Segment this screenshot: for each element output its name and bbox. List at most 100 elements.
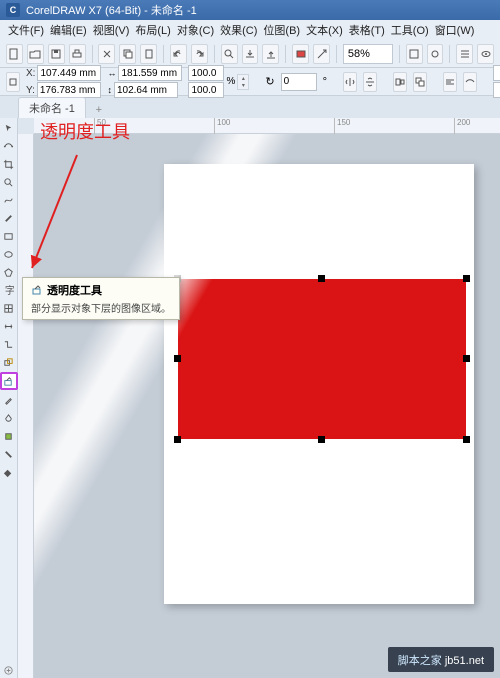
handle-middle-right[interactable] xyxy=(463,355,470,362)
menu-object[interactable]: 对象(C) xyxy=(177,22,214,38)
export-button[interactable] xyxy=(262,44,279,64)
outline-tool[interactable] xyxy=(1,446,17,462)
window-title: CorelDRAW X7 (64-Bit) - 未命名 -1 xyxy=(26,2,197,18)
pick-tool[interactable] xyxy=(1,120,17,136)
transparency-tool[interactable] xyxy=(0,372,18,390)
transparency-tool-icon xyxy=(31,284,43,296)
document-tabbar: 未命名 -1 + xyxy=(0,96,500,118)
eye-button[interactable] xyxy=(477,44,494,64)
watermark: 脚本之家 jb51.net xyxy=(388,647,494,672)
dimension-tool[interactable] xyxy=(1,318,17,334)
titlebar: C CorelDRAW X7 (64-Bit) - 未命名 -1 xyxy=(0,0,500,20)
snap-button[interactable] xyxy=(406,44,423,64)
launch-button[interactable] xyxy=(313,44,330,64)
watermark-cn: 脚本之家 xyxy=(398,655,442,667)
expand-toolbox-button[interactable] xyxy=(1,662,17,678)
scale-lock-icon[interactable]: ▴▾ xyxy=(237,74,249,90)
canvas-area[interactable] xyxy=(34,134,500,678)
import-button[interactable] xyxy=(242,44,259,64)
text-tool[interactable]: 字 xyxy=(1,282,17,298)
mirror-v-button[interactable] xyxy=(363,72,377,92)
handle-top-right[interactable] xyxy=(463,275,470,282)
handle-middle-left[interactable] xyxy=(174,355,181,362)
mirror-h-button[interactable] xyxy=(343,72,357,92)
zoom-select[interactable] xyxy=(343,44,393,64)
tooltip: 透明度工具 部分显示对象下层的图像区域。 xyxy=(22,277,180,320)
interactive-fill-tool[interactable] xyxy=(1,410,17,426)
rotate-input[interactable] xyxy=(281,73,317,91)
wrap2-button[interactable] xyxy=(463,72,477,92)
publish-button[interactable] xyxy=(292,44,309,64)
outline-width-1[interactable] xyxy=(493,65,500,81)
fill-tool[interactable] xyxy=(1,464,17,480)
tooltip-title: 透明度工具 xyxy=(47,282,102,298)
width-input[interactable] xyxy=(118,65,182,81)
scale-x-input[interactable] xyxy=(188,65,224,81)
menu-layout[interactable]: 布局(L) xyxy=(135,22,170,38)
outline-width-2[interactable] xyxy=(493,82,500,98)
wrap-button[interactable] xyxy=(443,72,457,92)
handle-top-middle[interactable] xyxy=(318,275,325,282)
tab-document-1[interactable]: 未命名 -1 xyxy=(18,97,86,118)
height-icon: ↕ xyxy=(107,85,112,95)
menu-text[interactable]: 文本(X) xyxy=(306,22,343,38)
scale-y-input[interactable] xyxy=(188,82,224,98)
smart-fill-tool[interactable] xyxy=(1,428,17,444)
ruler-tick: 100 xyxy=(214,118,230,134)
freehand-tool[interactable] xyxy=(1,192,17,208)
width-icon: ↔ xyxy=(107,68,116,78)
selected-rectangle[interactable] xyxy=(178,279,466,439)
crop-tool[interactable] xyxy=(1,156,17,172)
menu-edit[interactable]: 编辑(E) xyxy=(50,22,87,38)
print-button[interactable] xyxy=(69,44,86,64)
polygon-tool[interactable] xyxy=(1,264,17,280)
menubar: 文件(F) 编辑(E) 视图(V) 布局(L) 对象(C) 效果(C) 位图(B… xyxy=(0,20,500,40)
ruler-vertical xyxy=(18,134,34,678)
effects-tool[interactable] xyxy=(1,354,17,370)
handle-bottom-left[interactable] xyxy=(174,436,181,443)
options-button[interactable] xyxy=(456,44,473,64)
menu-bitmaps[interactable]: 位图(B) xyxy=(263,22,300,38)
degree-label: ° xyxy=(323,76,327,88)
menu-tools[interactable]: 工具(O) xyxy=(391,22,429,38)
x-label: X: xyxy=(26,68,35,79)
connector-tool[interactable] xyxy=(1,336,17,352)
eyedropper-tool[interactable] xyxy=(1,392,17,408)
y-input[interactable] xyxy=(37,82,101,98)
position-icon xyxy=(6,72,20,92)
rotate-icon: ↻ xyxy=(265,75,274,88)
handle-bottom-right[interactable] xyxy=(463,436,470,443)
rectangle-tool[interactable] xyxy=(1,228,17,244)
save-button[interactable] xyxy=(48,44,65,64)
cut-button[interactable] xyxy=(98,44,115,64)
snap2-button[interactable] xyxy=(427,44,444,64)
shape-tool[interactable] xyxy=(1,138,17,154)
menu-window[interactable]: 窗口(W) xyxy=(435,22,475,38)
align-button[interactable] xyxy=(393,72,407,92)
ruler-tick: 200 xyxy=(454,118,470,134)
table-tool[interactable] xyxy=(1,300,17,316)
svg-text:字: 字 xyxy=(5,285,14,296)
order-button[interactable] xyxy=(413,72,427,92)
search-button[interactable] xyxy=(221,44,238,64)
tab-add-button[interactable]: + xyxy=(90,102,108,118)
paste-button[interactable] xyxy=(140,44,157,64)
x-input[interactable] xyxy=(37,65,101,81)
copy-button[interactable] xyxy=(119,44,136,64)
watermark-en: jb51.net xyxy=(442,655,484,667)
undo-button[interactable] xyxy=(170,44,187,64)
menu-effects[interactable]: 效果(C) xyxy=(220,22,257,38)
menu-table[interactable]: 表格(T) xyxy=(349,22,385,38)
ruler-tick: 150 xyxy=(334,118,350,134)
menu-file[interactable]: 文件(F) xyxy=(8,22,44,38)
new-button[interactable] xyxy=(6,44,23,64)
handle-bottom-middle[interactable] xyxy=(318,436,325,443)
artistic-media-tool[interactable] xyxy=(1,210,17,226)
app-icon: C xyxy=(6,3,20,17)
zoom-tool[interactable] xyxy=(1,174,17,190)
open-button[interactable] xyxy=(27,44,44,64)
ellipse-tool[interactable] xyxy=(1,246,17,262)
redo-button[interactable] xyxy=(191,44,208,64)
menu-view[interactable]: 视图(V) xyxy=(93,22,130,38)
height-input[interactable] xyxy=(114,82,178,98)
